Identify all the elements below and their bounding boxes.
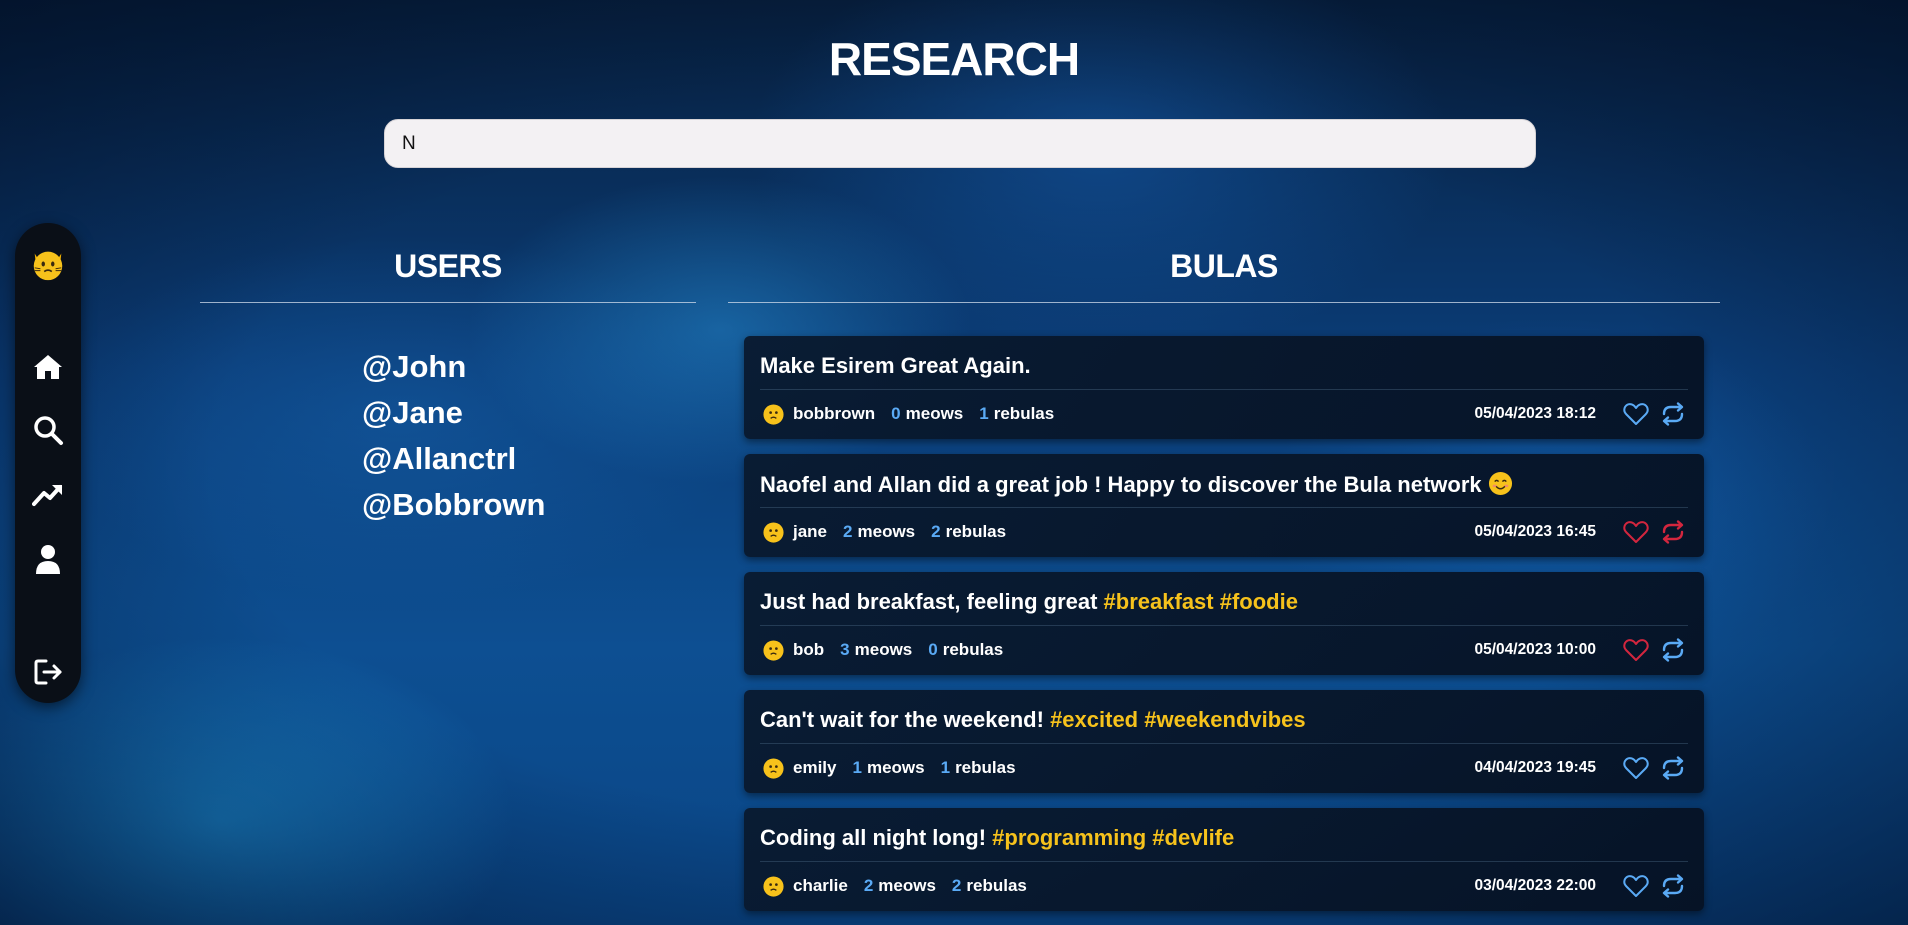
bula-card[interactable]: Naofel and Allan did a great job ! Happy… <box>744 454 1704 557</box>
post-meta: bob 3 meows 0 rebulas 05/04/2023 10:00 <box>762 638 1688 662</box>
meows-label: meows <box>905 404 964 423</box>
rebulas-label: rebulas <box>942 640 1004 659</box>
sidebar <box>15 223 81 703</box>
bula-card[interactable]: Just had breakfast, feeling great #break… <box>744 572 1704 675</box>
rebulas-label: rebulas <box>993 404 1055 423</box>
users-list: @John @Jane @Allanctrl @Bobbrown <box>362 344 545 528</box>
post-hashtags[interactable]: #breakfast #foodie <box>1104 589 1298 614</box>
repost-icon[interactable] <box>1658 636 1688 664</box>
post-divider <box>760 389 1688 390</box>
meows-label: meows <box>857 522 916 541</box>
users-section-title: USERS <box>394 248 502 284</box>
cat-avatar-icon[interactable] <box>29 245 67 283</box>
post-text-segment: Just had breakfast, feeling great <box>760 589 1104 614</box>
user-icon[interactable] <box>32 543 64 575</box>
post-hashtags[interactable]: #programming #devlife <box>992 825 1234 850</box>
repost-icon[interactable] <box>1658 518 1688 546</box>
post-divider <box>760 507 1688 508</box>
author-avatar-icon[interactable] <box>762 403 785 426</box>
user-link-bobbrown[interactable]: @Bobbrown <box>362 482 545 528</box>
bula-card[interactable]: Coding all night long! #programming #dev… <box>744 808 1704 911</box>
bulas-divider <box>728 302 1720 303</box>
repost-icon[interactable] <box>1658 754 1688 782</box>
post-text: Just had breakfast, feeling great #break… <box>760 589 1688 615</box>
rebulas-label: rebulas <box>966 876 1027 895</box>
heart-icon[interactable] <box>1621 400 1651 428</box>
repost-icon[interactable] <box>1658 872 1688 900</box>
author-avatar-icon[interactable] <box>762 757 785 780</box>
logout-icon[interactable] <box>32 656 64 688</box>
heart-icon[interactable] <box>1621 518 1651 546</box>
post-author[interactable]: jane <box>793 522 827 542</box>
post-text-segment: Coding all night long! <box>760 825 993 850</box>
post-author[interactable]: emily <box>793 758 836 778</box>
users-divider <box>200 302 696 303</box>
post-text: Naofel and Allan did a great job ! Happy… <box>760 471 1688 498</box>
post-divider <box>760 743 1688 744</box>
post-timestamp: 05/04/2023 16:45 <box>1474 523 1596 540</box>
post-divider <box>760 861 1688 862</box>
rebulas-count: 1 <box>940 758 951 777</box>
post-text: Coding all night long! #programming #dev… <box>760 825 1688 851</box>
post-author[interactable]: charlie <box>793 876 848 896</box>
post-hashtags[interactable]: #excited #weekendvibes <box>1050 707 1306 732</box>
post-text-segment: Can't wait for the weekend! <box>760 707 1051 732</box>
post-meta: bobbrown 0 meows 1 rebulas 05/04/2023 18… <box>762 402 1688 426</box>
rebulas-label: rebulas <box>945 522 1007 541</box>
post-timestamp: 04/04/2023 19:45 <box>1474 759 1596 776</box>
repost-icon[interactable] <box>1658 400 1688 428</box>
meows-count: 0 <box>891 404 901 423</box>
bula-card[interactable]: Make Esirem Great Again. bobbrown 0 meow… <box>744 336 1704 439</box>
post-divider <box>760 625 1688 626</box>
user-link-john[interactable]: @John <box>362 344 545 390</box>
meows-label: meows <box>866 758 925 777</box>
heart-icon[interactable] <box>1621 636 1651 664</box>
post-timestamp: 03/04/2023 22:00 <box>1474 877 1596 894</box>
author-avatar-icon[interactable] <box>762 521 785 544</box>
meows-count: 1 <box>852 758 862 777</box>
bulas-section-title: BULAS <box>1170 248 1278 284</box>
author-avatar-icon[interactable] <box>762 639 785 662</box>
rebulas-count: 2 <box>931 522 941 541</box>
rebulas-count: 1 <box>979 404 989 423</box>
rebulas-count: 2 <box>951 876 962 895</box>
meows-label: meows <box>878 876 936 895</box>
meows-label: meows <box>854 640 913 659</box>
bula-card[interactable]: Can't wait for the weekend! #excited #we… <box>744 690 1704 793</box>
meows-count: 2 <box>863 876 874 895</box>
post-text-segment: Naofel and Allan did a great job ! Happy… <box>760 472 1482 497</box>
heart-icon[interactable] <box>1621 754 1651 782</box>
author-avatar-icon[interactable] <box>762 875 785 898</box>
post-meta: emily 1 meows 1 rebulas 04/04/2023 19:45 <box>762 756 1688 780</box>
search-icon[interactable] <box>32 414 64 446</box>
home-icon[interactable] <box>32 351 64 383</box>
smiling-emoji-icon <box>1488 471 1513 496</box>
post-timestamp: 05/04/2023 18:12 <box>1474 405 1596 422</box>
post-meta: charlie 2 meows 2 rebulas 03/04/2023 22:… <box>762 874 1688 898</box>
post-author[interactable]: bobbrown <box>793 404 875 424</box>
post-meta: jane 2 meows 2 rebulas 05/04/2023 16:45 <box>762 520 1688 544</box>
post-timestamp: 05/04/2023 10:00 <box>1474 641 1596 658</box>
post-text: Can't wait for the weekend! #excited #we… <box>760 707 1688 733</box>
search-input[interactable] <box>384 119 1536 168</box>
heart-icon[interactable] <box>1621 872 1651 900</box>
page-title: RESEARCH <box>828 33 1080 85</box>
user-link-allanctrl[interactable]: @Allanctrl <box>362 436 545 482</box>
post-text: Make Esirem Great Again. <box>760 353 1688 379</box>
rebulas-label: rebulas <box>955 758 1016 777</box>
trending-icon[interactable] <box>32 478 64 510</box>
post-text-segment: Make Esirem Great Again. <box>760 353 1031 378</box>
rebulas-count: 0 <box>928 640 938 659</box>
post-author[interactable]: bob <box>793 640 824 660</box>
meows-count: 3 <box>840 640 850 659</box>
meows-count: 2 <box>843 522 853 541</box>
user-link-jane[interactable]: @Jane <box>362 390 545 436</box>
